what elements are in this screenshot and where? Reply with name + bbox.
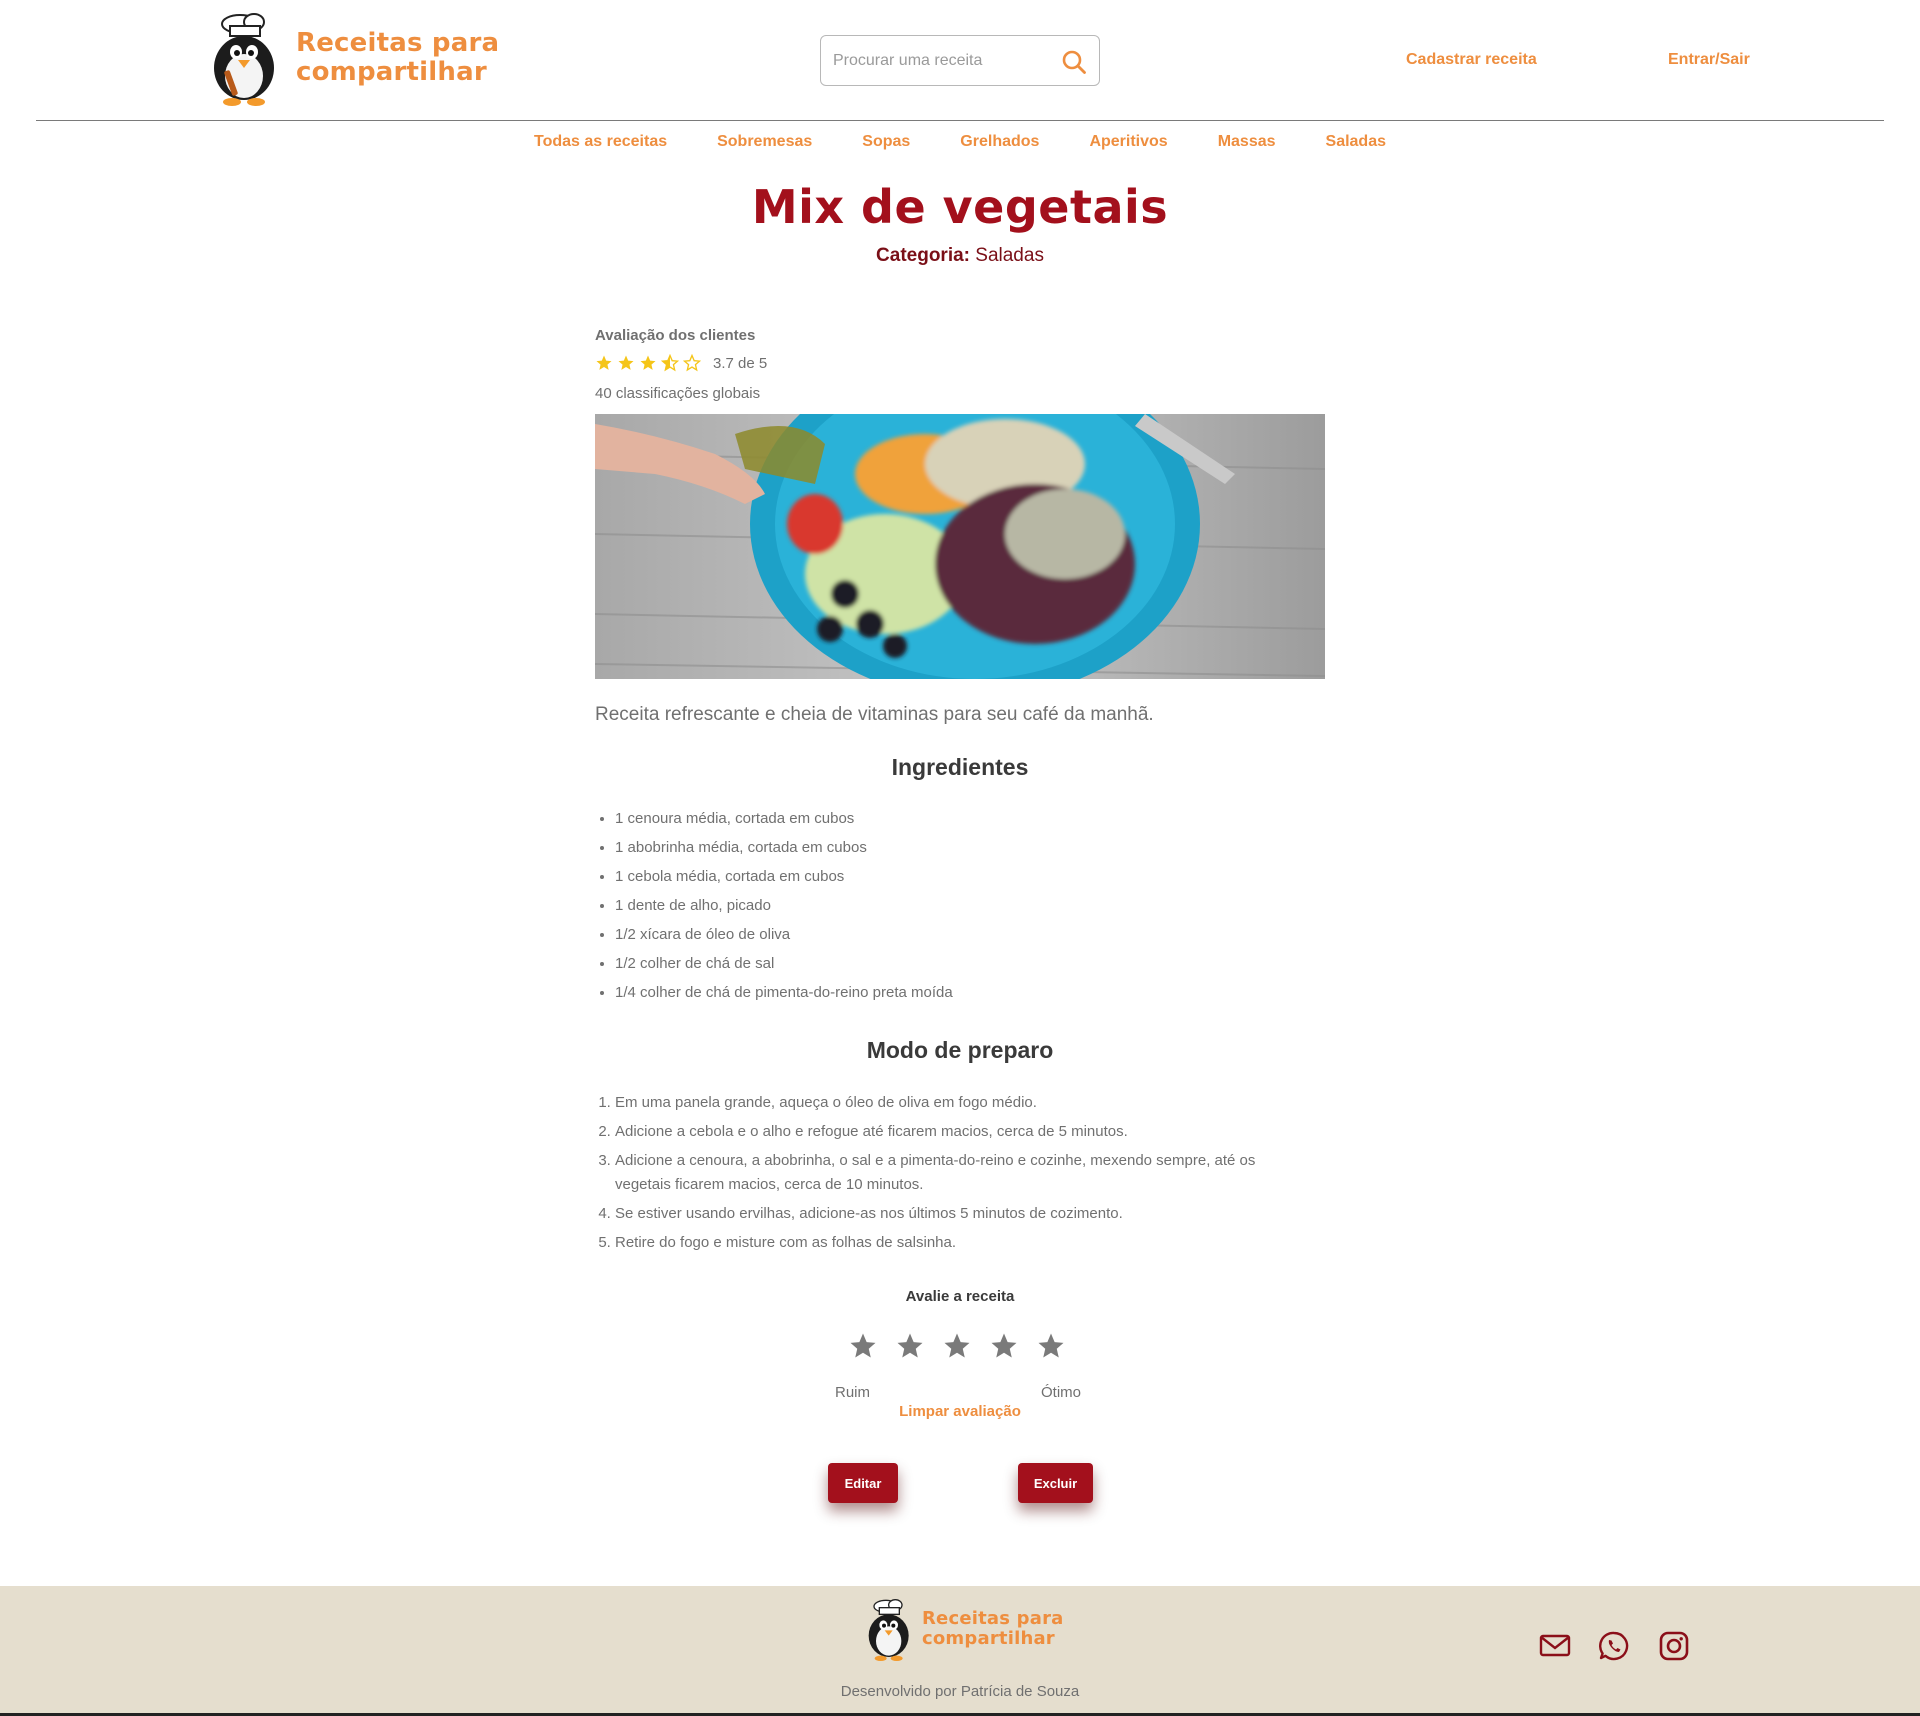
footer-logo-text: Receitas para compartilhar — [922, 1609, 1064, 1649]
rating-count: 40 classificações globais — [595, 385, 761, 402]
nav-soups[interactable]: Sopas — [862, 133, 910, 151]
footer-credit: Desenvolvido por Patrícia de Souza — [840, 1683, 1080, 1700]
star-half-icon — [661, 354, 679, 372]
ingredient-item: 1/2 xícara de óleo de oliva — [615, 924, 953, 953]
step-item: Em uma panela grande, aqueça o óleo de o… — [615, 1091, 1315, 1115]
customer-rating-title: Avaliação dos clientes — [595, 327, 756, 344]
ingredients-title: Ingredientes — [891, 754, 1029, 780]
rating-value: 3.7 de 5 — [713, 354, 768, 372]
rate-star-4-icon[interactable] — [989, 1331, 1019, 1361]
ingredients-list: 1 cenoura média, cortada em cubos 1 abob… — [615, 808, 953, 1011]
rate-low-label: Ruim — [835, 1384, 871, 1401]
rate-star-2-icon[interactable] — [895, 1331, 925, 1361]
search-box — [820, 35, 1100, 86]
star-empty-icon — [683, 354, 701, 372]
register-recipe-link[interactable]: Cadastrar receita — [1406, 51, 1537, 69]
login-logout-link[interactable]: Entrar/Sair — [1668, 51, 1750, 69]
ingredient-item: 1 abobrinha média, cortada em cubos — [615, 837, 953, 866]
header-divider — [36, 120, 1884, 121]
star-full-icon — [596, 355, 612, 370]
rate-star-1-icon[interactable] — [848, 1331, 878, 1361]
nav-desserts[interactable]: Sobremesas — [717, 133, 812, 151]
rate-stars — [848, 1331, 1066, 1361]
step-item: Retire do fogo e misture com as folhas d… — [615, 1231, 1315, 1255]
steps-title: Modo de preparo — [866, 1037, 1054, 1063]
step-item: Se estiver usando ervilhas, adicione-as … — [615, 1202, 1315, 1226]
recipe-image — [595, 414, 1325, 679]
footer-logo-line-1: Receitas para — [922, 1608, 1064, 1629]
site-footer: Receitas para compartilhar Desenvolvido … — [0, 1586, 1920, 1716]
footer-logo[interactable]: Receitas para compartilhar — [866, 1596, 1064, 1662]
recipe-category: Categoria: Saladas — [0, 245, 1920, 267]
nav-salads[interactable]: Saladas — [1326, 133, 1386, 151]
mail-icon[interactable] — [1538, 1630, 1572, 1660]
nav-grilled[interactable]: Grelhados — [960, 133, 1039, 151]
nav-pasta[interactable]: Massas — [1218, 133, 1276, 151]
whatsapp-icon[interactable] — [1598, 1630, 1630, 1662]
edit-button[interactable]: Editar — [828, 1463, 898, 1503]
star-full-icon — [640, 355, 656, 370]
clear-rating-link[interactable]: Limpar avaliação — [595, 1403, 1325, 1420]
steps-list: Em uma panela grande, aqueça o óleo de o… — [615, 1091, 1315, 1260]
site-logo[interactable]: Receitas para compartilhar — [210, 10, 499, 106]
search-icon[interactable] — [1061, 49, 1087, 75]
instagram-icon[interactable] — [1658, 1630, 1690, 1662]
rate-high-label: Ótimo — [1041, 1384, 1082, 1401]
category-value: Saladas — [975, 245, 1044, 266]
star-full-icon — [618, 355, 634, 370]
logo-line-1: Receitas para — [296, 28, 500, 58]
logo-line-2: compartilhar — [296, 57, 487, 87]
ingredient-item: 1 dente de alho, picado — [615, 895, 953, 924]
rate-star-5-icon[interactable] — [1036, 1331, 1066, 1361]
nav-appetizers[interactable]: Aperitivos — [1089, 133, 1167, 151]
category-nav: Todas as receitas Sobremesas Sopas Grelh… — [0, 133, 1920, 151]
recipe-title: Mix de vegetais — [751, 180, 1169, 234]
step-item: Adicione a cebola e o alho e refogue até… — [615, 1120, 1315, 1144]
search-input[interactable] — [833, 46, 1053, 76]
site-header: Receitas para compartilhar Cadastrar rec… — [0, 0, 1920, 121]
rate-star-3-icon[interactable] — [942, 1331, 972, 1361]
recipe-description: Receita refrescante e cheia de vitaminas… — [595, 704, 1154, 725]
nav-all-recipes[interactable]: Todas as receitas — [534, 133, 667, 151]
customer-rating-stars: 3.7 de 5 — [595, 354, 767, 372]
category-label: Categoria: — [876, 245, 970, 266]
ingredient-item: 1/4 colher de chá de pimenta-do-reino pr… — [615, 982, 953, 1011]
ingredient-item: 1/2 colher de chá de sal — [615, 953, 953, 982]
penguin-chef-icon — [214, 13, 274, 106]
penguin-chef-icon — [868, 1599, 909, 1661]
ingredient-item: 1 cebola média, cortada em cubos — [615, 866, 953, 895]
step-item: Adicione a cenoura, a abobrinha, o sal e… — [615, 1149, 1315, 1197]
logo-text: Receitas para compartilhar — [296, 29, 499, 87]
rate-recipe-title: Avalie a receita — [905, 1288, 1015, 1305]
delete-button[interactable]: Excluir — [1018, 1463, 1093, 1503]
footer-logo-line-2: compartilhar — [922, 1628, 1055, 1649]
ingredient-item: 1 cenoura média, cortada em cubos — [615, 808, 953, 837]
